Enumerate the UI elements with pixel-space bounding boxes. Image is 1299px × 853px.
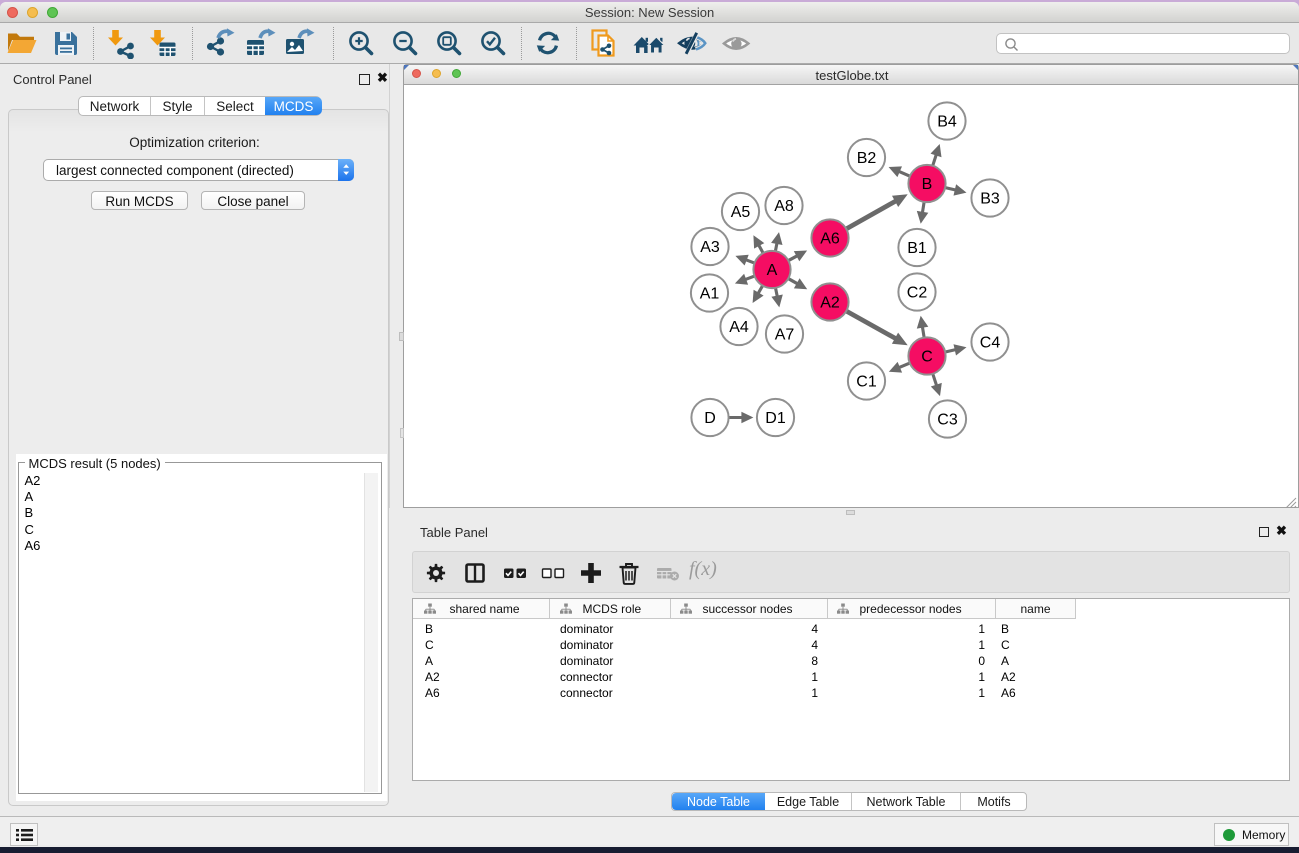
svg-text:A4: A4 [729,319,749,336]
svg-text:A: A [767,262,778,279]
svg-text:B2: B2 [857,150,877,167]
svg-text:A6: A6 [820,230,840,247]
svg-text:B3: B3 [980,190,1000,207]
svg-text:C4: C4 [980,334,1001,351]
svg-text:B1: B1 [907,240,927,257]
svg-text:A7: A7 [775,326,795,343]
svg-text:C: C [921,348,933,365]
svg-text:C3: C3 [937,411,958,428]
svg-text:A1: A1 [700,285,720,302]
svg-text:A8: A8 [774,198,794,215]
svg-text:A5: A5 [731,204,751,221]
svg-text:C1: C1 [856,373,877,390]
svg-text:A2: A2 [820,294,840,311]
svg-text:D: D [704,410,716,427]
svg-text:D1: D1 [765,410,786,427]
svg-text:A3: A3 [700,239,720,256]
svg-text:B: B [922,176,933,193]
svg-text:B4: B4 [937,113,957,130]
svg-text:C2: C2 [907,284,928,301]
